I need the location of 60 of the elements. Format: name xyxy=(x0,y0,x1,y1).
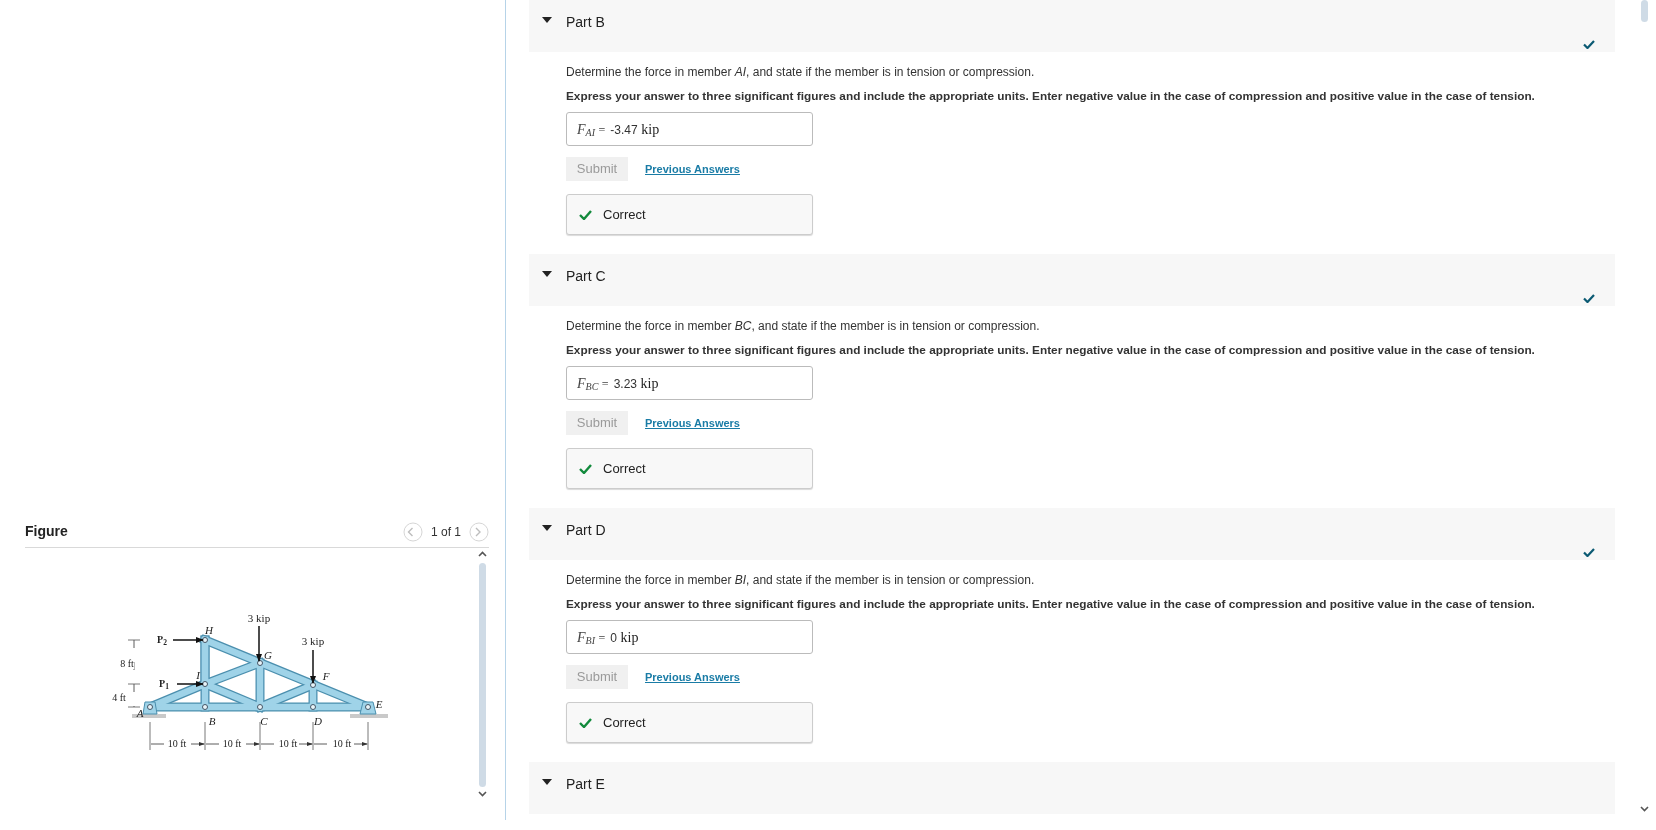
page-counter: 1 of 1 xyxy=(430,523,461,541)
joint-label: G xyxy=(264,649,272,661)
part-title: Part C xyxy=(566,267,606,286)
question-text: Determine the force in member BI, and state if the member is in tension or compression. xyxy=(566,572,1036,589)
check-icon xyxy=(579,209,592,220)
chevron-down-icon[interactable] xyxy=(477,791,487,797)
part-title: Part E xyxy=(566,775,605,794)
joint-label: C xyxy=(260,715,268,727)
joint-label: I xyxy=(196,669,200,681)
answer-field[interactable]: F$_{AI}$ = -3.47 kip xyxy=(566,112,813,146)
answer-label: F$_{BI}$ = xyxy=(577,628,606,648)
previous-answers-link[interactable]: Previous Answers xyxy=(645,160,740,178)
feedback-text: Correct xyxy=(603,459,646,478)
feedback-text: Correct xyxy=(603,205,646,224)
dimension-label: 10 ft xyxy=(221,739,243,749)
check-icon xyxy=(579,717,592,728)
chevron-up-icon[interactable] xyxy=(477,551,487,557)
question-text: Determine the force in member AI, and state if the member is in tension or compression. xyxy=(566,64,1036,81)
scrollbar-thumb[interactable] xyxy=(478,563,486,787)
instructions-text: Express your answer to three significant figures and include the appropriate units. Enter negative value in the case of compression and positive value in the case of tension. xyxy=(566,342,1536,359)
answer-value: 0 kip xyxy=(610,628,639,647)
part-header[interactable]: Part E xyxy=(529,762,1615,814)
previous-answers-link[interactable]: Previous Answers xyxy=(645,668,740,686)
check-icon xyxy=(579,463,592,474)
dimension-label: 4 ft xyxy=(112,693,126,703)
figure-title: Figure xyxy=(25,522,68,541)
feedback-text: Correct xyxy=(603,713,646,732)
answer-value: 3.23 kip xyxy=(613,374,659,393)
part-title: Part B xyxy=(566,13,605,32)
answer-value: -3.47 kip xyxy=(610,120,660,139)
part-header[interactable]: Part D xyxy=(529,508,1615,560)
force-label: P$_{2}$ xyxy=(157,635,167,645)
instructions-text: Express your answer to three significant figures and include the appropriate units. Enter negative value in the case of compression and positive value in the case of tension. xyxy=(566,88,1536,105)
joint-label: D xyxy=(314,715,322,727)
instructions-text: Express your answer to three significant figures and include the appropriate units. Enter negative value in the case of compression and positive value in the case of tension. xyxy=(566,596,1536,613)
dimension-label: 10 ft xyxy=(166,739,188,749)
dimension-label: 8 ft xyxy=(120,659,134,669)
joint-label: A xyxy=(136,707,144,719)
previous-answers-link[interactable]: Previous Answers xyxy=(645,414,740,432)
chevron-down-icon[interactable] xyxy=(1640,806,1649,812)
joint-label: B xyxy=(208,715,216,727)
answer-label: F$_{AI}$ = xyxy=(577,120,606,140)
dimension-label: 10 ft xyxy=(331,739,353,749)
question-text: Determine the force in member BC, and state if the member is in tension or compression. xyxy=(566,318,1041,335)
part-header[interactable]: Part C xyxy=(529,254,1615,306)
joint-label: H xyxy=(205,624,213,636)
load-label: 3 kip xyxy=(247,612,271,624)
part-header[interactable]: Part B xyxy=(529,0,1615,52)
scrollbar-thumb[interactable] xyxy=(1641,0,1648,22)
force-label: P$_{1}$ xyxy=(159,679,169,689)
answer-field[interactable]: F$_{BI}$ = 0 kip xyxy=(566,620,813,654)
part-title: Part D xyxy=(566,521,606,540)
answer-label: F$_{BC}$ = xyxy=(577,374,609,394)
joint-label: E xyxy=(375,698,383,710)
answer-field[interactable]: F$_{BC}$ = 3.23 kip xyxy=(566,366,813,400)
next-button[interactable] xyxy=(469,521,489,542)
dimension-label: 10 ft xyxy=(277,739,299,749)
previous-button[interactable] xyxy=(402,521,423,542)
joint-label: F xyxy=(322,670,330,682)
load-label: 3 kip xyxy=(301,635,325,647)
